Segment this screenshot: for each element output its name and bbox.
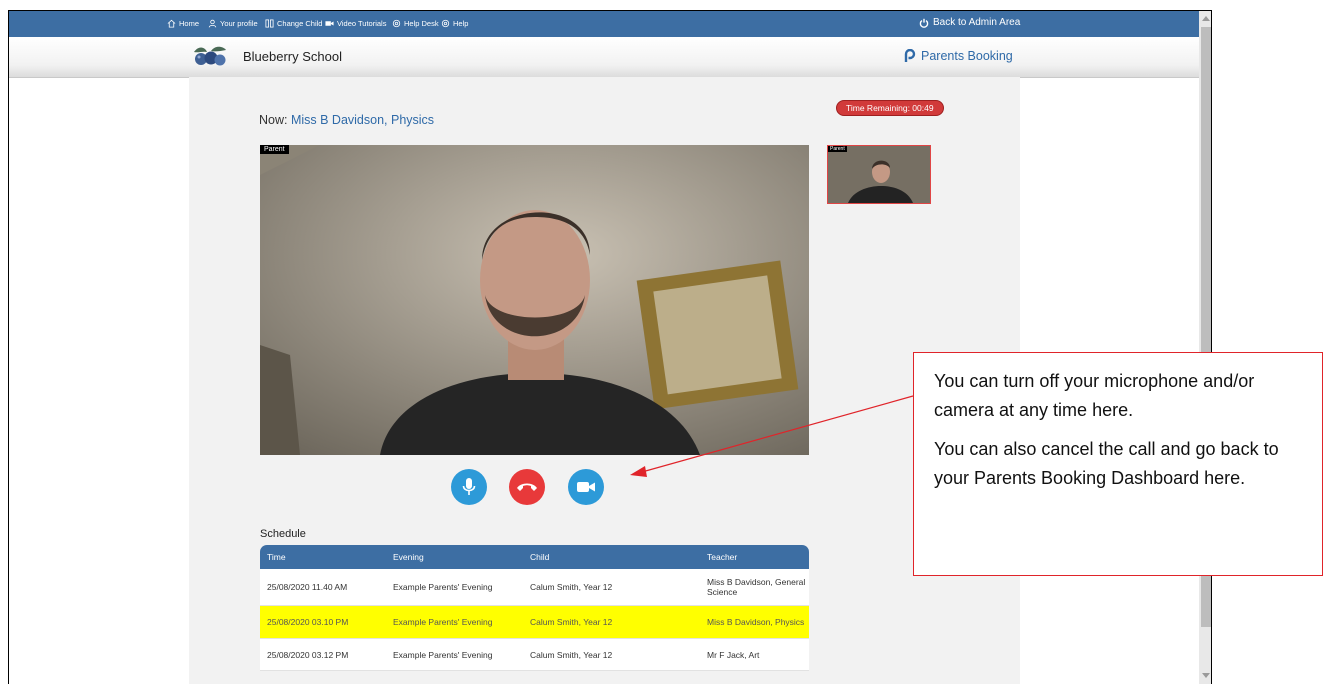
thumbnail-frame-image [828,146,930,203]
top-nav-bar: Home Your profile Change Child Video Tut… [9,11,1199,37]
back-to-admin-link[interactable]: Back to Admin Area [919,17,1020,28]
column-header-evening: Evening [393,552,424,562]
back-to-admin-label: Back to Admin Area [933,17,1021,28]
callout-text-cancel: You can also cancel the call and go back… [934,439,1279,488]
video-icon [325,21,334,26]
video-frame-image [260,145,809,455]
table-row: 25/08/2020 11.40 AM Example Parents' Eve… [260,569,809,606]
school-name: Blueberry School [243,49,342,64]
cell-child: Calum Smith, Year 12 [530,617,613,627]
nav-item-home[interactable]: Home [167,19,199,28]
home-icon [167,19,176,28]
now-prefix: Now: [259,113,291,127]
end-call-button[interactable] [509,469,545,505]
main-video-feed: Parent [260,145,809,455]
cell-time: 25/08/2020 11.40 AM [267,582,348,592]
schedule-header-row: Time Evening Child Teacher [260,545,809,569]
nav-label-video-tutorials: Video Tutorials [337,19,387,28]
video-call-panel: Now: Miss B Davidson, Physics Time Remai… [189,77,1020,684]
cell-evening: Example Parents' Evening [393,582,493,592]
cell-child: Calum Smith, Year 12 [530,582,613,592]
schedule-table: Time Evening Child Teacher 25/08/2020 11… [260,545,809,671]
nav-item-change-child[interactable]: Change Child [265,19,322,28]
user-icon [208,19,217,28]
support-icon [392,19,401,28]
help-icon [441,19,450,28]
annotation-callout: You can turn off your microphone and/or … [913,352,1323,576]
vertical-scrollbar[interactable] [1199,11,1211,684]
microphone-icon [462,478,476,495]
main-video-label: Parent [260,145,289,154]
scroll-down-arrow-icon[interactable] [1202,673,1210,678]
cell-child: Calum Smith, Year 12 [530,649,613,660]
nav-label-help-desk: Help Desk [404,19,439,28]
nav-label-your-profile: Your profile [220,19,258,28]
nav-label-home: Home [179,19,200,28]
cell-evening: Example Parents' Evening [393,617,493,627]
call-controls [451,469,621,509]
cell-evening: Example Parents' Evening [393,649,493,660]
blueberry-logo [194,46,226,66]
nav-item-help-desk[interactable]: Help Desk [392,19,439,28]
now-teacher: Miss B Davidson, Physics [290,113,435,127]
hang-up-icon [517,483,537,491]
swap-icon [265,19,274,28]
column-header-time: Time [267,552,286,562]
toggle-camera-button[interactable] [568,469,604,505]
power-icon [919,18,929,28]
table-row-current: 25/08/2020 03.10 PM Example Parents' Eve… [260,606,809,639]
site-header: Blueberry School Parents Booking [9,37,1199,78]
callout-text-controls: You can turn off your microphone and/or … [934,371,1255,420]
nav-label-change-child: Change Child [277,19,323,28]
nav-item-video-tutorials[interactable]: Video Tutorials [325,19,386,28]
time-remaining-badge: Time Remaining: 00:49 [836,100,944,116]
mute-microphone-button[interactable] [451,469,487,505]
schedule-title: Schedule [260,528,306,540]
camera-icon [577,482,595,492]
nav-label-help: Help [453,19,469,28]
table-row: 25/08/2020 03.12 PM Example Parents' Eve… [260,639,809,671]
thumbnail-video-label: Parent [828,146,847,152]
cell-teacher: Miss B Davidson, General Science [707,577,806,597]
brand-label: Parents Booking [921,49,1013,63]
browser-viewport: Home Your profile Change Child Video Tut… [8,10,1212,684]
nav-item-help[interactable]: Help [441,19,468,28]
parents-booking-logo-icon [904,49,916,62]
cell-teacher: Miss B Davidson, Physics [707,617,805,627]
nav-item-your-profile[interactable]: Your profile [208,19,258,28]
cell-time: 25/08/2020 03.12 PM [267,649,349,660]
cell-teacher: Mr F Jack, Art [707,649,760,660]
self-view-thumbnail[interactable]: Parent [827,145,931,204]
column-header-teacher: Teacher [707,552,738,562]
now-heading: Now: Miss B Davidson, Physics [259,113,434,127]
column-header-child: Child [530,552,550,562]
parents-booking-brand[interactable]: Parents Booking [903,49,1013,63]
scroll-up-arrow-icon[interactable] [1202,16,1210,21]
cell-time: 25/08/2020 03.10 PM [267,617,349,627]
